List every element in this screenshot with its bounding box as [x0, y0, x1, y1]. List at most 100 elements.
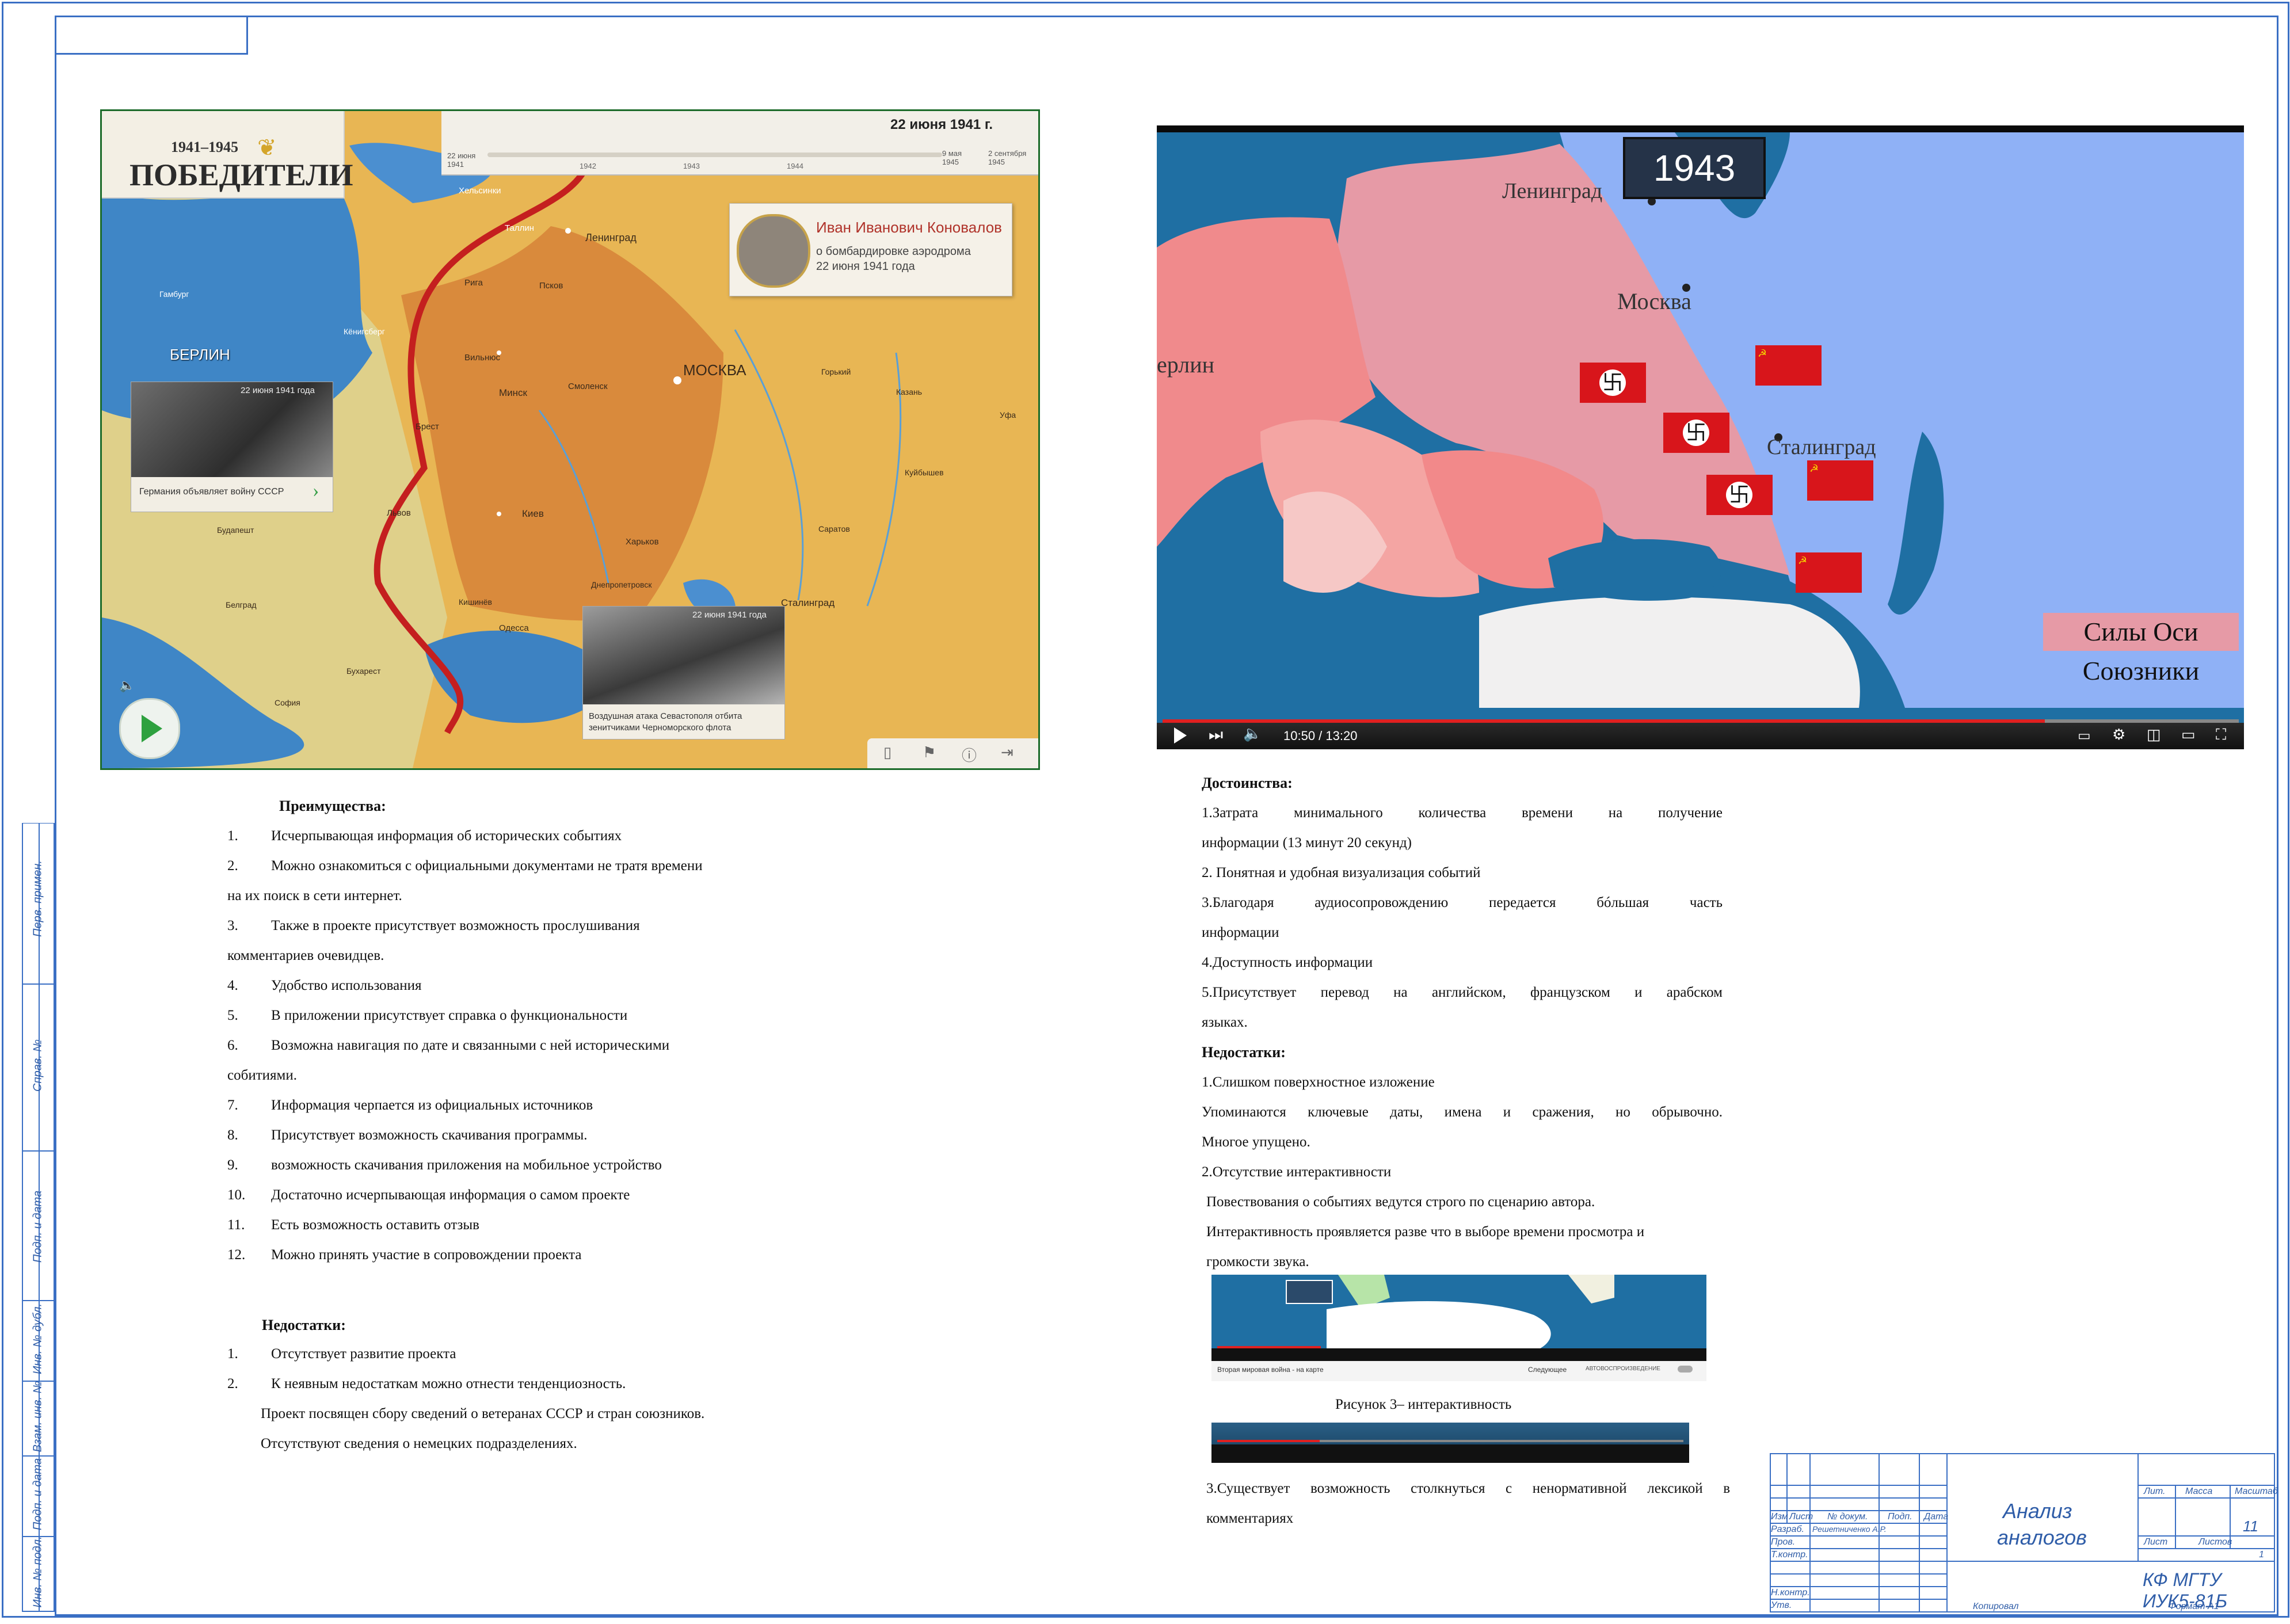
adv-num-4: 4.	[227, 978, 238, 993]
city-ufa: Уфа	[1000, 410, 1016, 420]
map-city-berlin: ерлин	[1157, 352, 1214, 378]
fullscreen-icon[interactable]: ⛶	[2216, 726, 2226, 744]
autoplay-toggle[interactable]	[1678, 1366, 1693, 1373]
stamp-developer: Решетниченко А.Р.	[1812, 1524, 1887, 1534]
right-adv-line-1: 1.Затрата минимального количества времен…	[1202, 805, 1723, 821]
adv-item-3: 3. Также в проекте присутствует возможнос…	[227, 911, 803, 941]
miniplayer-icon[interactable]: ◫	[2147, 726, 2161, 744]
small-autoplay-label: АВТОВОСПРОИЗВЕДЕНИЕ	[1586, 1366, 1660, 1372]
legend-axis: Силы Оси	[2043, 613, 2239, 651]
right-adv-line-6: 4.Доступность информации	[1202, 955, 1373, 970]
adv-text-7: Информация черпается из официальных исто…	[271, 1097, 593, 1113]
axis-flag-2: 卐	[1663, 413, 1729, 453]
stamp-col-doc: № докум.	[1827, 1512, 1868, 1522]
city-leningrad: Ленинград	[585, 232, 637, 243]
stamp-row-razrab: Разраб.	[1771, 1524, 1804, 1534]
witness-desc-2: 22 июня 1941 года	[816, 260, 915, 273]
next-icon[interactable]: ⏭	[1209, 725, 1223, 745]
timeline-end-2: 2 сентября 1945	[988, 149, 1027, 166]
settings-icon[interactable]: ⚙	[2112, 726, 2125, 744]
top-left-box	[55, 16, 248, 55]
city-minsk: Минск	[499, 387, 527, 398]
city-dnepropetrovsk: Днепропетровск	[591, 580, 652, 589]
right-adv-line-7: 5.Присутствует перевод на английском, фр…	[1202, 985, 1723, 1000]
play-button[interactable]	[119, 698, 180, 759]
event-card-sevastopol[interactable]: 22 июня 1941 года Воздушная атака Севаст…	[582, 606, 785, 739]
adv-text-6b: собитиями.	[227, 1068, 297, 1083]
right-dis-lines: 1.Слишком поверхностное изложение Упомин…	[1202, 1068, 1723, 1277]
city-kazan: Казань	[896, 387, 923, 397]
app-logo[interactable]: 1941–1945 ❦ ПОБЕДИТЕЛИ	[102, 111, 353, 199]
subtitles-icon[interactable]: ▭	[2078, 727, 2091, 744]
exit-icon[interactable]: ⇥	[1001, 744, 1013, 761]
dis-num-2: 2.	[227, 1376, 238, 1392]
right-dis-line-1: 1.Слишком поверхностное изложение	[1202, 1074, 1435, 1090]
timeline-track[interactable]	[487, 153, 942, 157]
adv-text-3b: комментариев очевидцев.	[227, 948, 384, 963]
interactivity-screenshot-2	[1211, 1423, 1689, 1463]
city-kiev: Киев	[522, 508, 544, 519]
adv-item-6b: собитиями.	[227, 1061, 803, 1091]
video-control-bar: ⏭ 🔈 10:50 / 13:20 ▭ ⚙ ◫ ▭ ⛶	[1157, 723, 2244, 749]
disadvantages-list: 1. Отсутствует развитие проекта 2. К неявн…	[227, 1339, 860, 1459]
witness-name: Иван Иванович Коновалов	[816, 219, 1002, 236]
event-card-war-declared[interactable]: 22 июня 1941 года Германия объявляет вой…	[131, 382, 333, 512]
stamp-lit: Лит.	[2144, 1486, 2166, 1496]
advantages-list: 1. Исчерпывающая информация об историческ…	[227, 821, 803, 1270]
title-block: Изм Лист № докум. Подп. Дата Разраб. Реш…	[1770, 1453, 2278, 1612]
side-label-7: Инв. № подл.	[31, 1536, 44, 1608]
adv-text-2: Можно ознакомиться с официальными докуме…	[271, 858, 703, 874]
volume-icon[interactable]: 🔈	[119, 678, 135, 693]
stamp-doc-name-2: аналогов	[1997, 1526, 2087, 1549]
event-photo-1	[131, 382, 333, 477]
city-budapest: Будапешт	[217, 525, 254, 535]
stamp-scale: Масштаб	[2235, 1486, 2278, 1496]
timeline-bar[interactable]: 22 июня 1941 г. 22 июня 1941 1942 1943 1…	[441, 111, 1038, 176]
adv-item-11: 11. Есть возможность оставить отзыв	[227, 1210, 803, 1240]
witness-desc-1: о бомбардировке аэродрома	[816, 245, 971, 258]
adv-item-3b: комментариев очевидцев.	[227, 941, 803, 971]
stamp-sheet-number: 11	[2243, 1518, 2258, 1535]
city-brest: Брест	[416, 422, 439, 432]
witness-avatar	[737, 214, 810, 288]
right-dis-line-6: Интерактивность проявляется разве что в …	[1206, 1224, 1645, 1240]
logo-title: ПОБЕДИТЕЛИ	[129, 158, 353, 192]
map-city-moscow: Москва	[1617, 288, 1691, 314]
timeline-tick-1943: 1943	[683, 162, 700, 170]
adv-num-7: 7.	[227, 1097, 238, 1113]
adv-item-7: 7. Информация черпается из официальных ис…	[227, 1091, 803, 1120]
book-icon[interactable]: ▯	[883, 744, 891, 761]
event-date-1: 22 июня 1941 года	[241, 386, 315, 395]
city-stalingrad: Сталинград	[781, 597, 835, 608]
adv-text-2b: на их поиск в сети интернет.	[227, 888, 402, 904]
adv-item-1: 1. Исчерпывающая информация об историческ…	[227, 821, 803, 851]
small-controls	[1211, 1444, 1689, 1463]
info-icon[interactable]: ⓘ	[962, 744, 977, 765]
adv-text-1: Исчерпывающая информация об исторических…	[271, 828, 622, 844]
play-icon-video[interactable]	[1174, 727, 1187, 744]
dis-text-1: Отсутствует развитие проекта	[271, 1346, 456, 1362]
side-stamp: Перв. примен. Справ. № Подп. и дата Инв.…	[22, 823, 55, 1612]
stamp-sheets-count: 1	[2259, 1550, 2264, 1560]
adv-item-2: 2. Можно ознакомиться с официальными доку…	[227, 851, 803, 881]
theater-icon[interactable]: ▭	[2181, 726, 2196, 744]
event-photo-2	[583, 607, 784, 704]
soviet-flag-3: ☭	[1796, 552, 1862, 593]
bookmark-icon[interactable]: ⚑	[923, 744, 936, 761]
right-adv-line-5: информации	[1202, 925, 1279, 940]
small-progress[interactable]	[1217, 1440, 1683, 1442]
interactivity-screenshot-1: Вторая мировая война - на карте Следующе…	[1211, 1275, 1706, 1381]
city-saratov: Саратов	[818, 524, 850, 533]
right-adv-lines: 1.Затрата минимального количества времен…	[1202, 798, 1723, 1038]
witness-card[interactable]: Иван Иванович Коновалов о бомбардировке …	[729, 203, 1012, 296]
legend-allies: Союзники	[2043, 652, 2239, 690]
stamp-col-izm: Изм	[1771, 1512, 1788, 1522]
right-dis-line-7: громкости звука.	[1206, 1254, 1309, 1270]
adv-num-5: 5.	[227, 1008, 238, 1023]
stamp-row-utv: Утв.	[1771, 1600, 1792, 1610]
chevron-right-icon[interactable]: ›	[313, 480, 319, 502]
year-badge: 1943	[1623, 137, 1766, 199]
volume-icon-video[interactable]: 🔈	[1243, 725, 1262, 742]
adv-item-9: 9. возможность скачивания приложения на м…	[227, 1150, 803, 1180]
soviet-flag-1: ☭	[1755, 345, 1822, 386]
